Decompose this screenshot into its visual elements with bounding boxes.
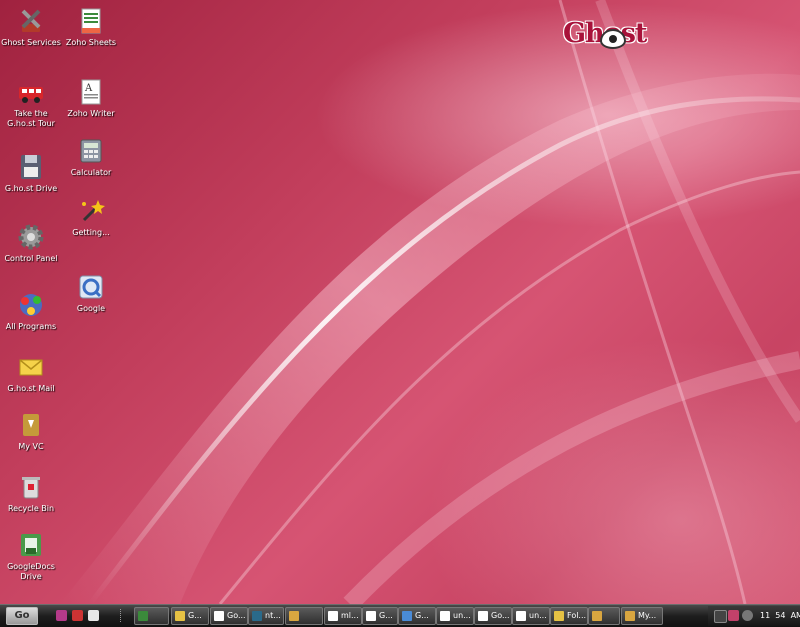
gear-icon bbox=[16, 222, 46, 252]
taskbar-button[interactable]: ml... bbox=[324, 607, 362, 625]
taskbar-button[interactable]: My... bbox=[621, 607, 663, 625]
icon-label: Getting... bbox=[72, 228, 110, 237]
taskbar-button[interactable]: G... bbox=[362, 607, 398, 625]
taskbar-button-label: G... bbox=[379, 611, 393, 620]
floppy-drive-icon bbox=[16, 152, 46, 182]
icon-label: Control Panel bbox=[4, 254, 58, 263]
desktop-icon-google[interactable]: Google bbox=[60, 272, 122, 314]
desktop-icon-all-programs[interactable]: All Programs bbox=[0, 290, 62, 332]
mail-envelope-icon bbox=[16, 352, 46, 382]
taskbar-button[interactable]: nt... bbox=[248, 607, 284, 625]
clock-icon bbox=[742, 610, 753, 621]
taskbar-button[interactable]: Go... bbox=[210, 607, 248, 625]
taskbar-button-label: My... bbox=[638, 611, 657, 620]
taskbar-button-label: ml... bbox=[341, 611, 359, 620]
doc-icon bbox=[366, 611, 376, 621]
doc-icon bbox=[328, 611, 338, 621]
terminal-icon bbox=[252, 611, 262, 621]
taskbar-button-label: G... bbox=[188, 611, 202, 620]
desktop-icon-take-the-tour[interactable]: Take the G.ho.st Tour bbox=[0, 77, 62, 129]
tools-icon bbox=[289, 611, 299, 621]
desktop-icon-getting-started[interactable]: Getting... bbox=[60, 196, 122, 238]
doc-icon bbox=[516, 611, 526, 621]
doc-icon bbox=[440, 611, 450, 621]
desktop-icon-calculator[interactable]: Calculator bbox=[60, 136, 122, 178]
taskbar-button[interactable]: un... bbox=[436, 607, 474, 625]
desktop-icon-recycle-bin[interactable]: Recycle Bin bbox=[0, 472, 62, 514]
document-icon: A bbox=[76, 77, 106, 107]
taskbar-separator bbox=[120, 609, 123, 622]
icon-label: My VC bbox=[18, 442, 44, 451]
desktop-icon-control-panel[interactable]: Control Panel bbox=[0, 222, 62, 264]
icon-label: Calculator bbox=[70, 168, 112, 177]
icon-label: G.ho.st Mail bbox=[7, 384, 55, 393]
google-icon bbox=[76, 272, 106, 302]
taskbar-button[interactable]: G... bbox=[171, 607, 209, 625]
icon-label: Ghost Services bbox=[1, 38, 61, 47]
taskbar-button[interactable]: Go... bbox=[474, 607, 512, 625]
desktop-icon-zoho-sheets[interactable]: Zoho Sheets bbox=[60, 6, 122, 48]
doc-icon bbox=[214, 611, 224, 621]
icon-label: G.ho.st Drive bbox=[4, 184, 58, 193]
quicklaunch-tour-icon[interactable] bbox=[72, 610, 83, 621]
logo-eye-icon bbox=[600, 29, 626, 49]
spreadsheet-icon bbox=[76, 6, 106, 36]
taskbar-button[interactable]: Fol... bbox=[550, 607, 588, 625]
taskbar-button-label: un... bbox=[453, 611, 471, 620]
taskbar-clock[interactable]: 11 54 AM bbox=[760, 606, 800, 626]
icon-label: GoogleDocs Drive bbox=[7, 562, 55, 581]
desktop-icon-googledocs-drive[interactable]: GoogleDocs Drive bbox=[0, 530, 62, 582]
quicklaunch-doc-icon[interactable] bbox=[88, 610, 99, 621]
magic-wand-icon bbox=[76, 196, 106, 226]
taskbar-button-label: nt... bbox=[265, 611, 281, 620]
taskbar-button[interactable] bbox=[134, 607, 169, 625]
taskbar-button-label: Fol... bbox=[567, 611, 587, 620]
svg-text:A: A bbox=[84, 83, 93, 94]
googledocs-drive-icon bbox=[16, 530, 46, 560]
tools-icon bbox=[592, 611, 602, 621]
desktop-icon-ghost-drive[interactable]: G.ho.st Drive bbox=[0, 152, 62, 194]
clock-ampm: AM bbox=[790, 611, 800, 620]
taskbar: Go G... Go... nt... ml... G... G... un..… bbox=[0, 604, 800, 627]
taskbar-button[interactable] bbox=[588, 607, 620, 625]
icon-label: Zoho Writer bbox=[67, 109, 115, 118]
icon-label: Google bbox=[76, 304, 106, 313]
system-tray: 11 54 AM bbox=[708, 606, 800, 626]
tools-icon bbox=[16, 6, 46, 36]
taskbar-button[interactable] bbox=[285, 607, 323, 625]
desktop-icon-ghost-services[interactable]: Ghost Services bbox=[0, 6, 62, 48]
taskbar-button-label: Go... bbox=[227, 611, 246, 620]
google-icon bbox=[402, 611, 412, 621]
calculator-icon bbox=[76, 136, 106, 166]
taskbar-button[interactable]: un... bbox=[512, 607, 550, 625]
ghost-logo: Ghost bbox=[563, 18, 667, 54]
icon-label: All Programs bbox=[5, 322, 57, 331]
my-vc-icon bbox=[16, 410, 46, 440]
folder-icon bbox=[554, 611, 564, 621]
icon-label: Take the G.ho.st Tour bbox=[7, 109, 55, 128]
doc-icon bbox=[478, 611, 488, 621]
desktop-icon-ghost-mail[interactable]: G.ho.st Mail bbox=[0, 352, 62, 394]
icon-label: Recycle Bin bbox=[7, 504, 55, 513]
folder-icon bbox=[175, 611, 185, 621]
taskbar-button-label: G... bbox=[415, 611, 429, 620]
taskbar-button-label: un... bbox=[529, 611, 547, 620]
desktop: Ghost Ghost Services Take the G.ho.st To… bbox=[0, 0, 800, 604]
vc-icon bbox=[625, 611, 635, 621]
recycle-bin-icon bbox=[16, 472, 46, 502]
start-go-button[interactable]: Go bbox=[6, 607, 38, 625]
tray-ghost-icon[interactable] bbox=[728, 610, 739, 621]
quicklaunch-ghost-icon[interactable] bbox=[56, 610, 67, 621]
clock-hour: 11 bbox=[760, 611, 771, 620]
tour-bus-icon bbox=[16, 77, 46, 107]
icon-label: Zoho Sheets bbox=[65, 38, 117, 47]
tray-scroll-icon[interactable] bbox=[714, 610, 727, 623]
desktop-icon-my-vc[interactable]: My VC bbox=[0, 410, 62, 452]
sheet-icon bbox=[138, 611, 148, 621]
taskbar-button[interactable]: G... bbox=[398, 607, 436, 625]
taskbar-button-label: Go... bbox=[491, 611, 510, 620]
clock-minute: 54 bbox=[775, 611, 786, 620]
programs-icon bbox=[16, 290, 46, 320]
desktop-icon-zoho-writer[interactable]: A Zoho Writer bbox=[60, 77, 122, 119]
